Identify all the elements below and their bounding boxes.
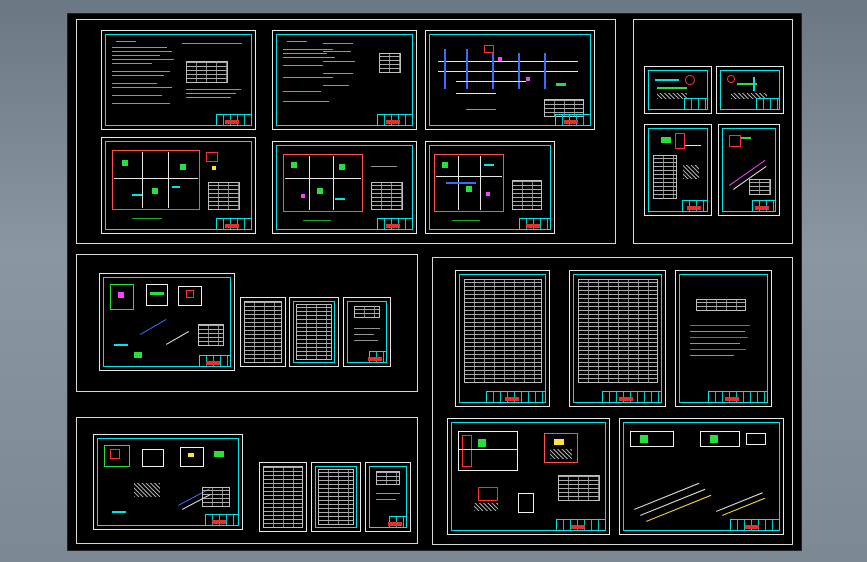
sheet-material-list-1[interactable] — [240, 297, 286, 367]
sheet-detail-3[interactable] — [644, 124, 712, 216]
sheet-detail-4[interactable] — [718, 124, 780, 216]
sheet-material-list-6[interactable] — [365, 462, 411, 532]
sheet-equipment-schedule-2[interactable] — [569, 270, 666, 407]
sheet-group-top-right — [633, 19, 793, 244]
sheet-equipment-room-details[interactable] — [99, 273, 235, 371]
sheet-system-diagram[interactable] — [425, 30, 595, 130]
sheet-material-list-5[interactable] — [311, 462, 361, 532]
sheet-detail-1[interactable] — [644, 66, 712, 114]
sheet-cover-index[interactable] — [675, 270, 772, 407]
sheet-material-list-4[interactable] — [259, 462, 307, 532]
sheet-material-list-2[interactable] — [289, 297, 339, 367]
sheet-detail-2[interactable] — [716, 66, 784, 114]
sheet-group-bottom-left — [76, 417, 418, 544]
sheet-floor-plan-3[interactable] — [425, 141, 555, 234]
sheet-group-top-left — [76, 19, 616, 244]
sheet-design-notes-2[interactable] — [272, 30, 417, 130]
sheet-group-middle-left — [76, 254, 418, 392]
sheet-group-right — [432, 257, 793, 545]
sheet-collector-tank-details[interactable] — [619, 418, 784, 535]
sheet-material-list-3[interactable] — [343, 297, 391, 367]
drawing-canvas[interactable] — [67, 13, 802, 551]
sheet-floor-plan-2[interactable] — [272, 141, 417, 234]
sheet-water-tank-details[interactable] — [447, 418, 610, 535]
sheet-floor-plan-1[interactable] — [101, 137, 256, 234]
sheet-design-notes-1[interactable] — [101, 30, 256, 130]
sheet-pump-room-details[interactable] — [93, 434, 243, 530]
sheet-equipment-schedule-1[interactable] — [455, 270, 550, 407]
